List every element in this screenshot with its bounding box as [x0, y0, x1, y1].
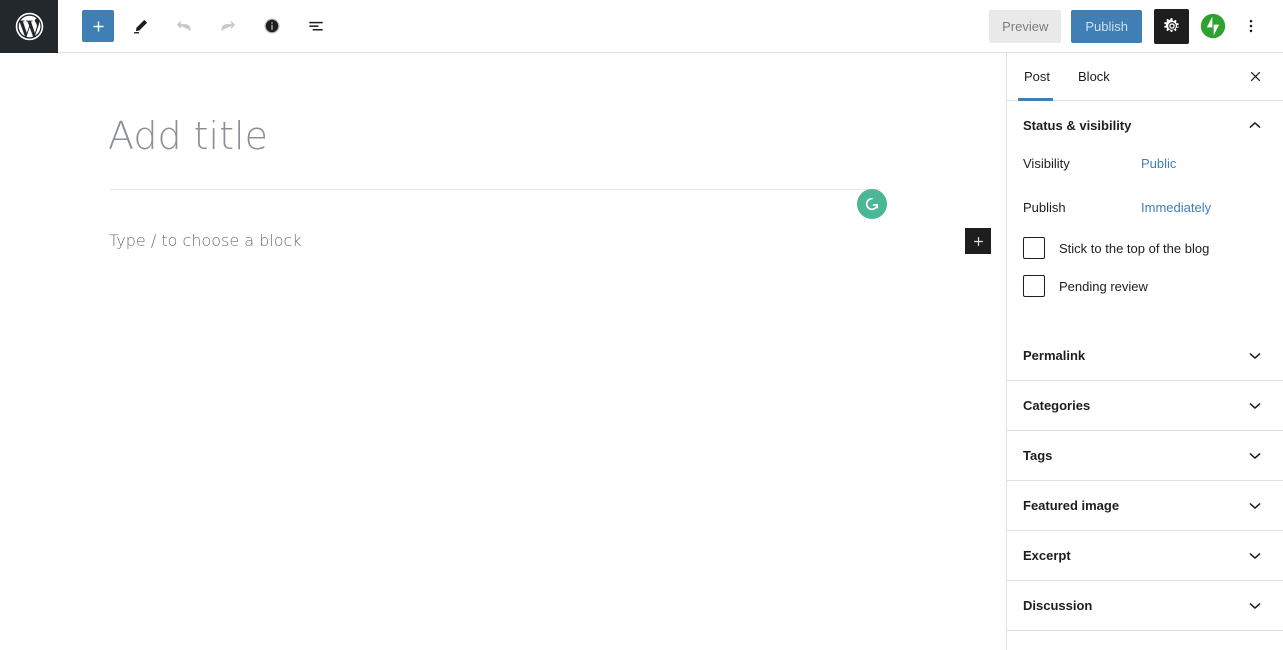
panel-excerpt-header[interactable]: Excerpt	[1007, 531, 1283, 580]
panel-categories-header[interactable]: Categories	[1007, 381, 1283, 430]
three-dots-vertical-icon[interactable]	[1233, 8, 1269, 44]
panel-tags-header[interactable]: Tags	[1007, 431, 1283, 480]
block-placeholder-text[interactable]: Type / to choose a block	[109, 231, 302, 250]
visibility-value-button[interactable]: Public	[1141, 156, 1176, 171]
info-circle-icon[interactable]	[254, 8, 290, 44]
post-title-input[interactable]: Add title	[108, 114, 868, 160]
chevron-down-icon[interactable]	[1243, 544, 1267, 568]
toolbar-right-group: Preview Publish	[989, 8, 1283, 44]
chevron-down-icon[interactable]	[1243, 594, 1267, 618]
panel-excerpt: Excerpt	[1007, 531, 1283, 581]
close-icon[interactable]	[1237, 59, 1273, 95]
top-toolbar: Preview Publish	[0, 0, 1283, 53]
undo-arrow-icon[interactable]	[166, 8, 202, 44]
editor-canvas: Add title Type / to choose a block	[0, 53, 1006, 650]
gear-icon[interactable]	[1154, 8, 1189, 44]
panel-status-visibility-title: Status & visibility	[1023, 117, 1132, 133]
block-inserter-button[interactable]	[82, 10, 114, 42]
publish-row: Publish Immediately	[1023, 193, 1267, 221]
panel-tags-title: Tags	[1023, 448, 1053, 463]
panel-categories-title: Categories	[1023, 398, 1091, 413]
redo-arrow-icon[interactable]	[210, 8, 246, 44]
inline-block-inserter-button[interactable]	[965, 228, 991, 254]
panel-discussion: Discussion	[1007, 581, 1283, 631]
visibility-label: Visibility	[1023, 155, 1070, 171]
panel-categories: Categories	[1007, 381, 1283, 431]
sticky-post-row: Stick to the top of the blog	[1023, 237, 1267, 259]
sticky-post-checkbox[interactable]	[1023, 237, 1045, 259]
chevron-down-icon[interactable]	[1243, 344, 1267, 368]
sidebar-tabs: Post Block	[1007, 53, 1283, 101]
panel-featured-image-header[interactable]: Featured image	[1007, 481, 1283, 530]
pencil-edit-icon[interactable]	[122, 8, 158, 44]
toolbar-left-group	[58, 8, 342, 44]
panel-featured-image: Featured image	[1007, 481, 1283, 531]
panel-excerpt-title: Excerpt	[1023, 548, 1071, 563]
publish-value-button[interactable]: Immediately	[1141, 200, 1211, 215]
publish-button[interactable]: Publish	[1071, 9, 1142, 43]
panel-permalink: Permalink	[1007, 331, 1283, 381]
panel-status-visibility: Status & visibility Visibility Public Pu…	[1007, 101, 1283, 331]
chevron-down-icon[interactable]	[1243, 444, 1267, 468]
panel-discussion-header[interactable]: Discussion	[1007, 581, 1283, 630]
publish-label: Publish	[1023, 199, 1066, 215]
panel-permalink-header[interactable]: Permalink	[1007, 331, 1283, 380]
chevron-down-icon[interactable]	[1243, 494, 1267, 518]
preview-button[interactable]: Preview	[989, 9, 1062, 43]
settings-sidebar: Post Block Status & visibility Visibilit…	[1006, 53, 1283, 650]
grammarly-g-icon[interactable]	[857, 189, 887, 219]
panel-permalink-title: Permalink	[1023, 348, 1086, 363]
panel-tags: Tags	[1007, 431, 1283, 481]
tab-post[interactable]: Post	[1007, 53, 1064, 101]
chevron-up-icon[interactable]	[1243, 113, 1267, 137]
panel-status-visibility-header[interactable]: Status & visibility	[1007, 101, 1283, 149]
tab-block[interactable]: Block	[1064, 53, 1124, 101]
chevron-down-icon[interactable]	[1243, 394, 1267, 418]
pending-review-row: Pending review	[1023, 275, 1267, 297]
title-underline	[110, 189, 880, 190]
panel-status-visibility-body: Visibility Public Publish Immediately St…	[1007, 149, 1283, 331]
editor-app: Preview Publish Add title Type / to choo…	[0, 0, 1283, 650]
pending-review-checkbox[interactable]	[1023, 275, 1045, 297]
panel-featured-image-title: Featured image	[1023, 498, 1120, 513]
list-view-icon[interactable]	[298, 8, 334, 44]
panel-discussion-title: Discussion	[1023, 598, 1093, 613]
wordpress-logo-icon[interactable]	[0, 0, 58, 53]
jetpack-icon[interactable]	[1195, 8, 1231, 44]
sticky-post-label: Stick to the top of the blog	[1059, 240, 1210, 256]
visibility-row: Visibility Public	[1023, 149, 1267, 177]
pending-review-label: Pending review	[1059, 278, 1148, 294]
